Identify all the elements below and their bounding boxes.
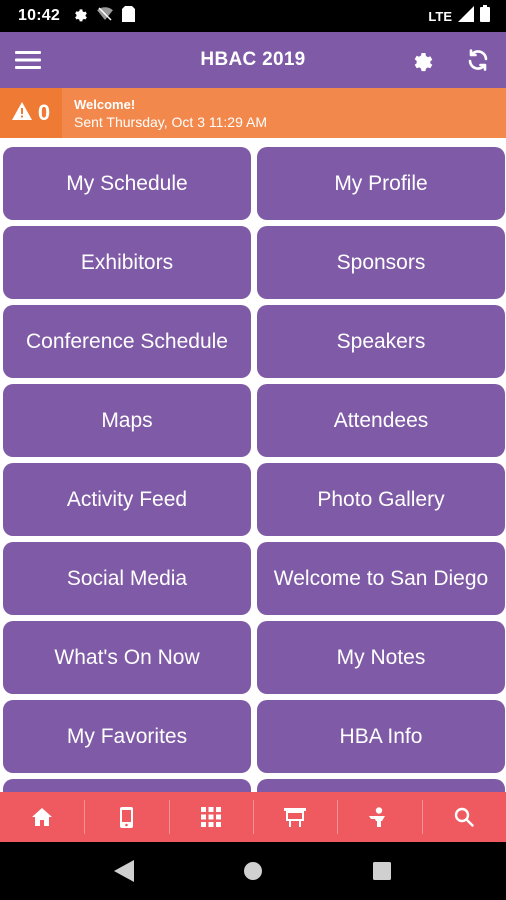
status-icons-right: LTE — [428, 5, 490, 27]
tile-my-profile[interactable]: My Profile — [257, 147, 505, 220]
refresh-icon[interactable] — [450, 32, 506, 88]
status-time: 10:42 — [18, 7, 60, 24]
alert-title: Welcome! — [74, 96, 136, 112]
tile-activity-feed[interactable]: Activity Feed — [3, 463, 251, 536]
tile-partial-left[interactable] — [3, 779, 251, 792]
tile-maps[interactable]: Maps — [3, 384, 251, 457]
app-screen: 10:42 LTE HBAC 2019 0 Welcome! Sent Thur… — [0, 0, 506, 900]
system-nav-bar — [0, 842, 506, 900]
presentation-icon[interactable] — [252, 792, 337, 842]
search-icon[interactable] — [421, 792, 506, 842]
tile-sponsors[interactable]: Sponsors — [257, 226, 505, 299]
mobile-icon[interactable] — [84, 792, 168, 842]
home-icon[interactable] — [0, 792, 84, 842]
alert-message: Welcome! Sent Thursday, Oct 3 11:29 AM — [62, 96, 267, 131]
app-header: HBAC 2019 — [0, 32, 506, 88]
wifi-off-icon — [96, 6, 114, 27]
gear-icon[interactable] — [394, 32, 450, 88]
alert-count-value: 0 — [37, 100, 51, 125]
tile-whats-on-now[interactable]: What's On Now — [3, 621, 251, 694]
sim-icon — [121, 5, 135, 27]
bottom-tab-bar — [0, 792, 506, 842]
tile-conference-schedule[interactable]: Conference Schedule — [3, 305, 251, 378]
menu-grid: My Schedule My Profile Exhibitors Sponso… — [0, 138, 506, 792]
warning-icon — [11, 101, 32, 125]
tile-partial-right[interactable] — [257, 779, 505, 792]
tile-my-notes[interactable]: My Notes — [257, 621, 505, 694]
tile-hba-info[interactable]: HBA Info — [257, 700, 505, 773]
alert-subtitle: Sent Thursday, Oct 3 11:29 AM — [74, 113, 267, 130]
alert-count: 0 — [0, 88, 62, 138]
tile-photo-gallery[interactable]: Photo Gallery — [257, 463, 505, 536]
tile-my-schedule[interactable]: My Schedule — [3, 147, 251, 220]
tile-exhibitors[interactable]: Exhibitors — [3, 226, 251, 299]
gear-icon — [72, 6, 88, 27]
tile-my-favorites[interactable]: My Favorites — [3, 700, 251, 773]
menu-grid-inner: My Schedule My Profile Exhibitors Sponso… — [3, 147, 505, 792]
back-icon[interactable] — [94, 842, 154, 900]
tile-welcome-to-san-diego[interactable]: Welcome to San Diego — [257, 542, 505, 615]
recents-icon[interactable] — [352, 842, 412, 900]
tile-speakers[interactable]: Speakers — [257, 305, 505, 378]
status-bar: 10:42 LTE — [0, 0, 506, 32]
grid-icon[interactable] — [168, 792, 253, 842]
home-circle-icon[interactable] — [223, 842, 283, 900]
battery-icon — [480, 5, 490, 27]
hamburger-menu-icon[interactable] — [0, 32, 56, 88]
alert-banner[interactable]: 0 Welcome! Sent Thursday, Oct 3 11:29 AM — [0, 88, 506, 138]
tile-social-media[interactable]: Social Media — [3, 542, 251, 615]
status-icons-left — [72, 5, 135, 27]
tile-attendees[interactable]: Attendees — [257, 384, 505, 457]
speaker-icon[interactable] — [337, 792, 421, 842]
signal-icon — [458, 5, 474, 27]
header-actions — [394, 32, 506, 88]
network-type: LTE — [428, 8, 452, 24]
